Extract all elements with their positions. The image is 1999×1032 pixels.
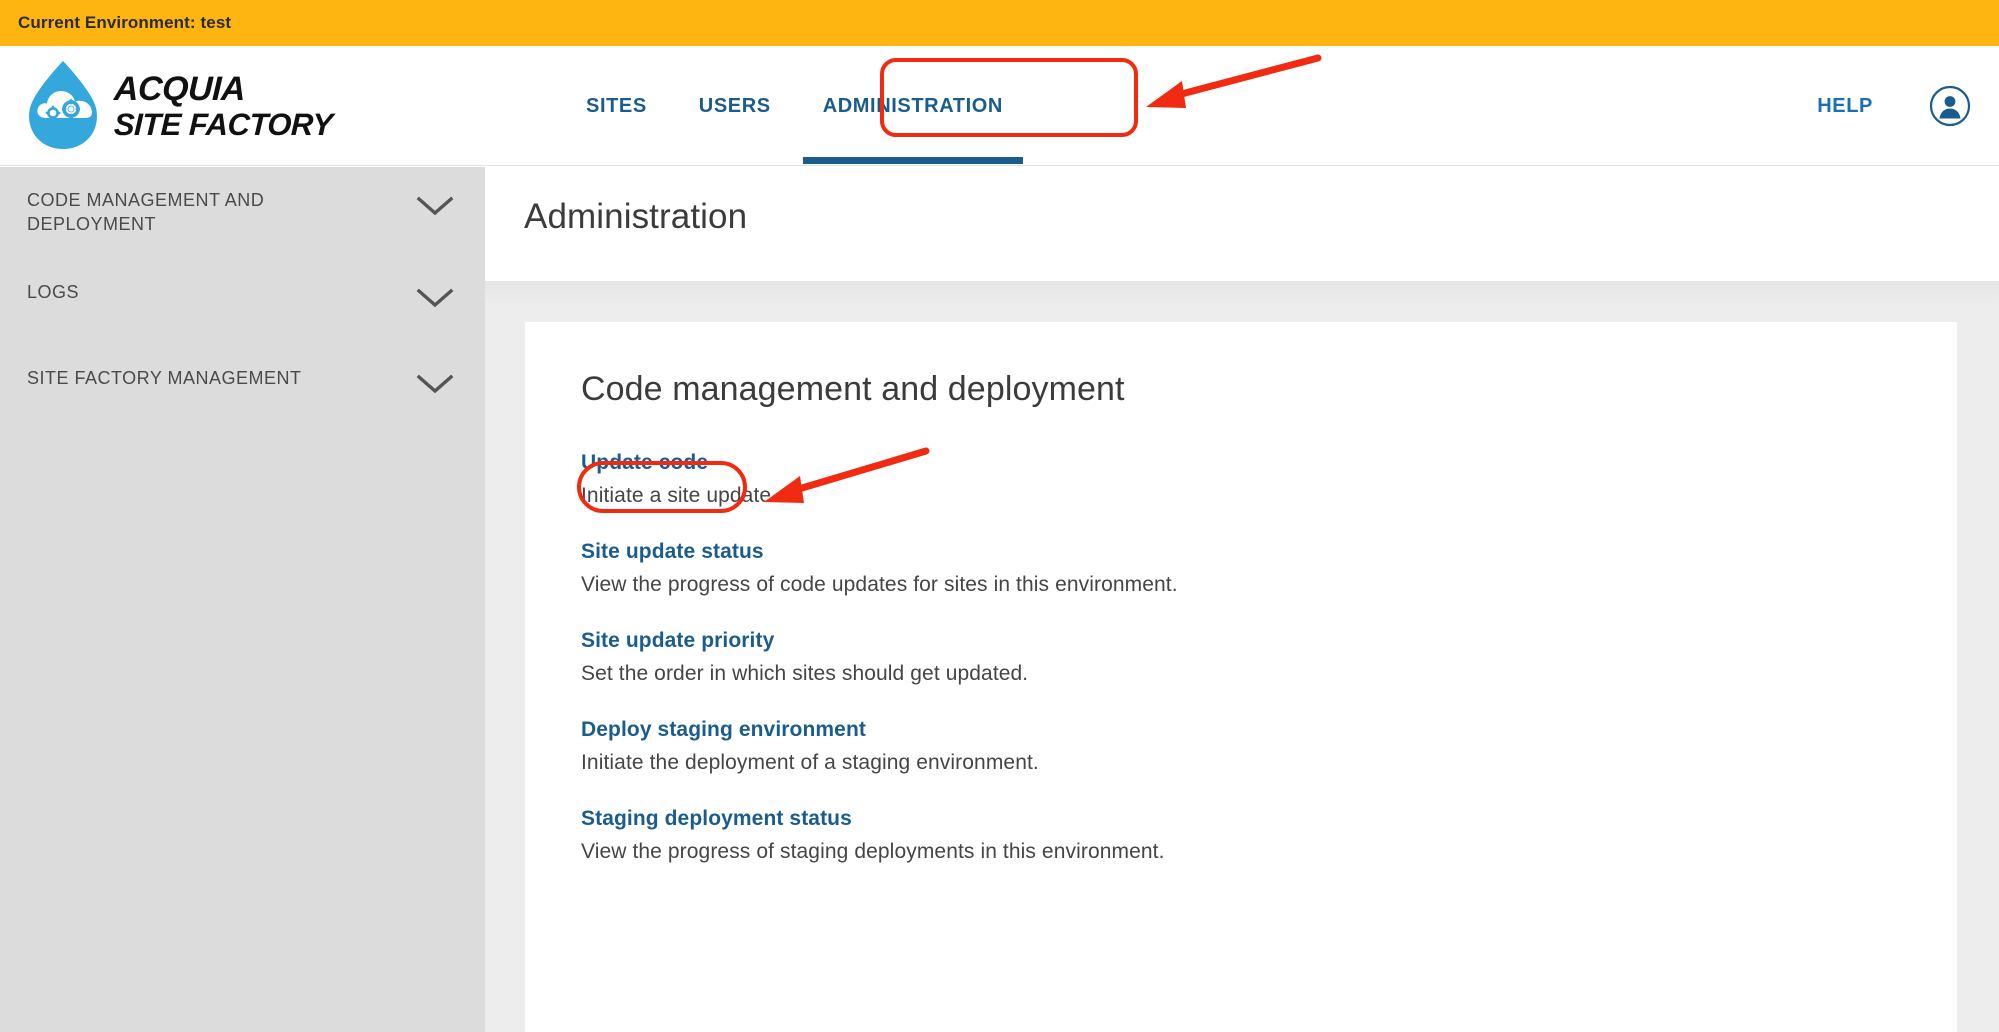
link-description: Set the order in which sites should get … [581, 662, 1029, 685]
link-description: Initiate a site update. [581, 484, 778, 507]
link-description: View the progress of staging deployments… [581, 840, 1165, 863]
header-right-actions: HELP [1817, 46, 1971, 166]
link-description: View the progress of code updates for si… [581, 573, 1178, 596]
acquia-droplet-cloud-gears-icon [29, 61, 97, 149]
brand-name-line1: ACQUIA [113, 70, 246, 108]
list-item: Staging deployment status View the progr… [581, 807, 1957, 864]
brand-wordmark: ACQUIA SITE FACTORY [113, 70, 334, 142]
card-title: Code management and deployment [581, 370, 1125, 408]
admin-task-list: Update code Initiate a site update. Site… [581, 451, 1957, 864]
link-site-update-priority[interactable]: Site update priority [581, 629, 774, 653]
list-item: Deploy staging environment Initiate the … [581, 718, 1957, 775]
environment-banner: Current Environment: test [0, 0, 1999, 46]
brand-name-line2: SITE FACTORY [113, 107, 334, 142]
sidebar-item-logs[interactable]: LOGS [0, 259, 485, 345]
brand-logo-link[interactable]: ACQUIA SITE FACTORY [26, 60, 333, 152]
sidebar-item-label: LOGS [27, 281, 80, 302]
chevron-down-icon [416, 374, 454, 393]
list-item: Update code Initiate a site update. [581, 451, 1957, 508]
sidebar-item-label: SITE FACTORY MANAGEMENT [27, 367, 302, 388]
main-navigation: SITES USERS ADMINISTRATION [560, 46, 1029, 166]
link-description: Initiate the deployment of a staging env… [581, 751, 1039, 774]
page-title: Administration [524, 197, 748, 236]
list-item: Site update priority Set the order in wh… [581, 629, 1957, 686]
sidebar-item-site-factory-management[interactable]: SITE FACTORY MANAGEMENT [0, 345, 485, 431]
link-site-update-status[interactable]: Site update status [581, 540, 764, 564]
page-root: Current Environment: test ACQUIA SITE FA… [0, 0, 1999, 1032]
environment-banner-text: Current Environment: test [18, 13, 232, 32]
nav-item-users[interactable]: USERS [673, 46, 797, 166]
nav-item-sites[interactable]: SITES [560, 46, 673, 166]
help-link[interactable]: HELP [1817, 95, 1873, 118]
content-header: Administration [485, 167, 1999, 281]
chevron-down-icon [416, 196, 454, 216]
link-deploy-staging-environment[interactable]: Deploy staging environment [581, 718, 866, 742]
site-header: ACQUIA SITE FACTORY SITES USERS ADMINIST… [0, 46, 1999, 166]
sidebar-item-code-management-and-deployment[interactable]: CODE MANAGEMENT AND DEPLOYMENT [0, 167, 485, 259]
content-body: Code management and deployment Update co… [485, 281, 1999, 1032]
list-item: Site update status View the progress of … [581, 540, 1957, 597]
sidebar-item-label: CODE MANAGEMENT AND DEPLOYMENT [27, 190, 265, 234]
link-staging-deployment-status[interactable]: Staging deployment status [581, 807, 852, 831]
code-management-card: Code management and deployment Update co… [525, 322, 1957, 1032]
nav-item-administration[interactable]: ADMINISTRATION [797, 46, 1029, 166]
chevron-down-icon [416, 288, 454, 307]
sidebar: CODE MANAGEMENT AND DEPLOYMENT LOGS SITE… [0, 167, 485, 1032]
link-update-code[interactable]: Update code [581, 451, 708, 475]
user-circle-icon[interactable] [1929, 85, 1971, 127]
